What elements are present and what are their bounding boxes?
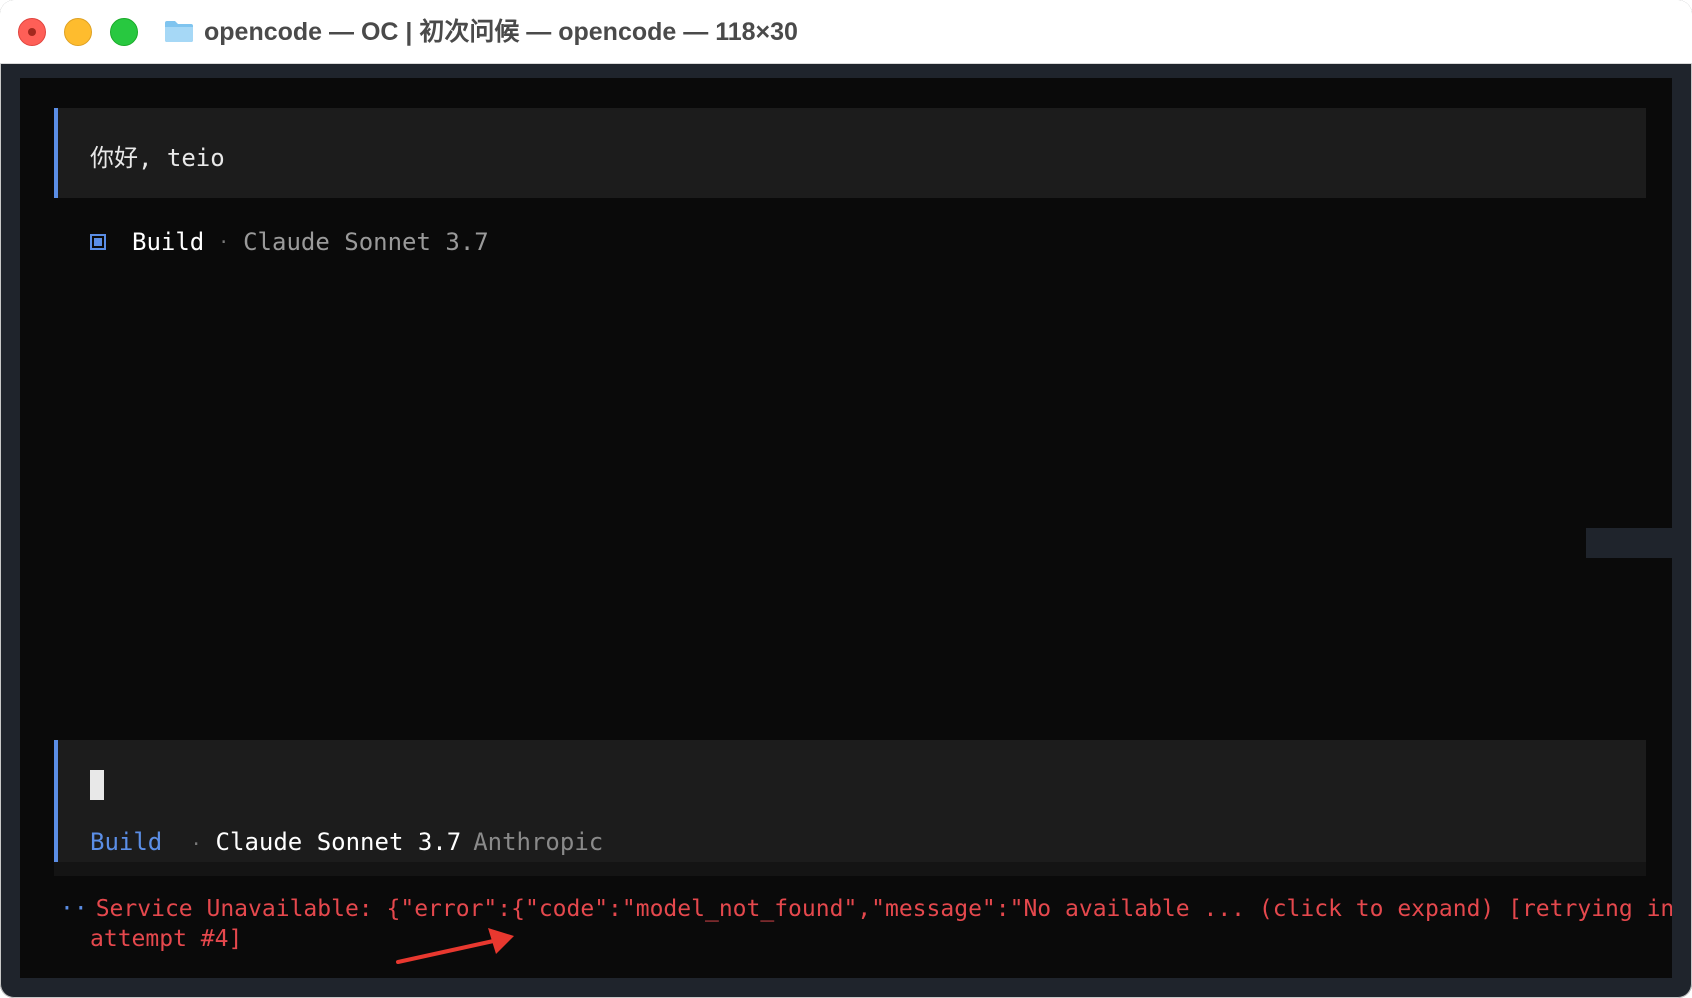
- agent-response-header: Build · Claude Sonnet 3.7: [90, 228, 489, 256]
- message-accent-bar: [54, 108, 58, 198]
- folder-icon: [165, 21, 193, 42]
- annotation-arrow-icon: [396, 928, 514, 964]
- input-status-line: Build · Claude Sonnet 3.7 Anthropic: [90, 828, 603, 856]
- agent-square-icon: [90, 234, 106, 250]
- status-separator: ·: [190, 834, 202, 855]
- user-message-text: 你好, teio: [90, 144, 225, 172]
- input-accent-bar: [54, 740, 58, 876]
- terminal-content[interactable]: 你好, teio Build · Claude Sonnet 3.7 Build…: [20, 78, 1672, 978]
- agent-name: Build: [132, 228, 205, 256]
- minimize-window-button[interactable]: [64, 18, 92, 46]
- user-message: 你好, teio: [54, 108, 1646, 198]
- status-model[interactable]: Claude Sonnet 3.7: [216, 828, 462, 856]
- text-cursor: [90, 770, 104, 800]
- close-window-button[interactable]: [18, 18, 46, 46]
- maximize-window-button[interactable]: [110, 18, 138, 46]
- scrollbar-thumb[interactable]: [1586, 528, 1672, 558]
- status-agent[interactable]: Build: [90, 828, 162, 856]
- title-bar: opencode — OC | 初次问候 — opencode — 118×30: [0, 0, 1692, 64]
- error-text-line1[interactable]: Service Unavailable: {"error":{"code":"m…: [96, 896, 1672, 922]
- terminal-window: opencode — OC | 初次问候 — opencode — 118×30…: [0, 0, 1692, 998]
- window-title: opencode — OC | 初次问候 — opencode — 118×30: [204, 18, 798, 46]
- error-text-line2: attempt #4]: [90, 926, 243, 952]
- status-provider: Anthropic: [473, 828, 604, 856]
- agent-model: Claude Sonnet 3.7: [243, 228, 489, 256]
- prompt-input[interactable]: Build · Claude Sonnet 3.7 Anthropic: [54, 740, 1646, 876]
- separator: ·: [218, 231, 230, 253]
- input-bottom-border: [54, 862, 1646, 876]
- error-message[interactable]: ·· Service Unavailable: {"error":{"code":…: [60, 894, 1672, 924]
- error-prefix-dots: ··: [60, 896, 88, 922]
